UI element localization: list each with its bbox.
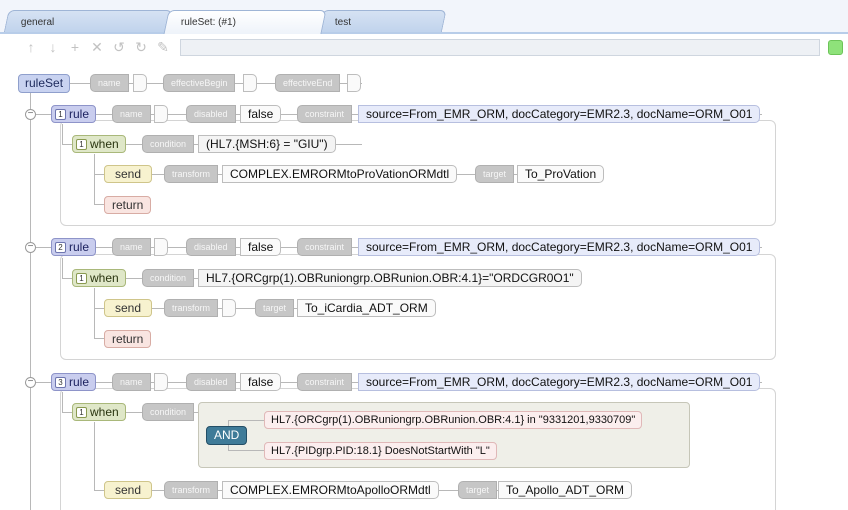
undo-icon[interactable]: ↺ — [112, 39, 126, 55]
tab-ruleset[interactable]: ruleSet: (#1) — [163, 10, 327, 34]
rule-3-when-node[interactable]: 1 when — [72, 403, 126, 421]
rule-2-constraint-label: constraint — [297, 238, 353, 256]
rule-2-constraint-value[interactable]: source=From_EMR_ORM, docCategory=EMR2.3,… — [358, 238, 761, 256]
rule-2-when-node[interactable]: 1 when — [72, 269, 126, 287]
rule-1-number: 1 — [55, 109, 66, 120]
rule-2-target-value[interactable]: To_iCardia_ADT_ORM — [297, 299, 436, 317]
rule-3-condition-label: condition — [142, 403, 195, 421]
rule-3-target-label: target — [458, 481, 498, 499]
connector — [94, 288, 95, 338]
rule-3-transform-value[interactable]: COMPLEX.EMRORMtoApolloORMdtl — [222, 481, 439, 499]
ruleset-spine — [30, 93, 31, 510]
rule-3-disabled-label: disabled — [186, 373, 236, 391]
rule-2-label: rule — [69, 240, 90, 254]
rule-1-node[interactable]: 1 rule — [51, 105, 97, 123]
rule-tree-canvas: ruleSet name effectiveBegin effectiveEnd… — [0, 62, 848, 510]
collapse-icon[interactable]: − — [25, 242, 36, 253]
rule-3-condition-2[interactable]: HL7.{PIDgrp.PID:18.1} DoesNotStartWith "… — [264, 442, 497, 460]
connector — [228, 450, 264, 451]
rule-2-name-label: name — [112, 238, 151, 256]
rule-2-when-label: when — [90, 271, 119, 285]
rule-3-label: rule — [69, 375, 90, 389]
rule-1-target-value[interactable]: To_ProVation — [517, 165, 605, 183]
rule-1-return-node[interactable]: return — [104, 196, 152, 214]
rule-2-condition-value[interactable]: HL7.{ORCgrp(1).OBRuniongrp.OBRunion.OBR:… — [198, 269, 582, 287]
tab-test[interactable]: test — [317, 10, 447, 34]
tab-ruleset-label: ruleSet: (#1) — [180, 17, 236, 28]
rule-3-constraint-value[interactable]: source=From_EMR_ORM, docCategory=EMR2.3,… — [358, 373, 761, 391]
redo-icon[interactable]: ↻ — [134, 39, 148, 55]
rule-3-name-value[interactable] — [154, 373, 168, 391]
rule-3-name-label: name — [112, 373, 151, 391]
down-arrow-icon[interactable]: ↓ — [46, 39, 60, 55]
rule-2-when-number: 1 — [76, 273, 87, 284]
status-indicator — [828, 40, 843, 55]
connector — [94, 154, 95, 204]
tab-general-label: general — [20, 17, 55, 28]
rule-1-target-label: target — [475, 165, 515, 183]
rule-2-node[interactable]: 2 rule — [51, 238, 97, 256]
rule-2-condition-label: condition — [142, 269, 195, 287]
effective-end-value[interactable] — [347, 74, 361, 92]
delete-icon[interactable]: ✕ — [90, 39, 104, 55]
tab-general[interactable]: general — [3, 10, 173, 34]
effective-begin-value[interactable] — [243, 74, 257, 92]
rule-1-constraint-label: constraint — [297, 105, 353, 123]
effective-end-label: effectiveEnd — [275, 74, 341, 92]
rule-1-name-value[interactable] — [154, 105, 168, 123]
collapse-icon[interactable]: − — [25, 109, 36, 120]
rule-3-number: 3 — [55, 377, 66, 388]
rule-1-label: rule — [69, 107, 90, 121]
rule-1-when-label: when — [90, 137, 119, 151]
rule-1-condition-value[interactable]: (HL7.{MSH:6} = "GIU") — [198, 135, 336, 153]
toolbar: ↑ ↓ + ✕ ↺ ↻ ✎ — [0, 34, 848, 62]
rule-3-send-node[interactable]: send — [104, 481, 153, 499]
rule-3-disabled-value[interactable]: false — [240, 373, 282, 391]
rule-3-target-value[interactable]: To_Apollo_ADT_ORM — [498, 481, 633, 499]
collapse-icon[interactable]: − — [25, 377, 36, 388]
rule-3-constraint-label: constraint — [297, 373, 353, 391]
connector — [62, 124, 63, 144]
rule-1-disabled-value[interactable]: false — [240, 105, 282, 123]
rule-2-number: 2 — [55, 242, 66, 253]
rule-1-when-number: 1 — [76, 139, 87, 150]
rule-2-disabled-value[interactable]: false — [240, 238, 282, 256]
ruleset-name-label: name — [90, 74, 129, 92]
up-arrow-icon[interactable]: ↑ — [24, 39, 38, 55]
rule-1-transform-label: transform — [164, 165, 219, 183]
tab-test-label: test — [334, 17, 352, 28]
rule-3-when-label: when — [90, 405, 119, 419]
ruleset-name-value[interactable] — [133, 74, 147, 92]
connector — [62, 392, 63, 412]
connector — [62, 258, 63, 278]
effective-begin-label: effectiveBegin — [163, 74, 236, 92]
connector — [94, 422, 95, 490]
add-icon[interactable]: + — [68, 39, 82, 55]
rule-2-target-label: target — [255, 299, 295, 317]
rule-3-transform-label: transform — [164, 481, 219, 499]
rule-1-condition-label: condition — [142, 135, 195, 153]
rule-2-disabled-label: disabled — [186, 238, 236, 256]
rule-1-transform-value[interactable]: COMPLEX.EMRORMtoProVationORMdtl — [222, 165, 458, 183]
rule-3-node[interactable]: 3 rule — [51, 373, 97, 391]
rule-2-return-node[interactable]: return — [104, 330, 152, 348]
rule-3-when-number: 1 — [76, 407, 87, 418]
rule-2-send-node[interactable]: send — [104, 299, 153, 317]
rule-2-transform-value[interactable] — [222, 299, 236, 317]
and-operator-node[interactable]: AND — [206, 426, 248, 445]
rule-2-name-value[interactable] — [154, 238, 168, 256]
connector — [228, 420, 264, 421]
tab-bar: general ruleSet: (#1) test — [0, 0, 848, 34]
wrench-icon[interactable]: ✎ — [156, 39, 170, 55]
rule-1-send-node[interactable]: send — [104, 165, 153, 183]
rule-3-condition-1[interactable]: HL7.{ORCgrp(1).OBRuniongrp.OBRunion.OBR:… — [264, 411, 643, 429]
rule-1-name-label: name — [112, 105, 151, 123]
rule-2-transform-label: transform — [164, 299, 219, 317]
expression-field[interactable] — [180, 39, 820, 56]
rule-1-when-node[interactable]: 1 when — [72, 135, 126, 153]
ruleset-node[interactable]: ruleSet — [18, 74, 71, 93]
rule-1-constraint-value[interactable]: source=From_EMR_ORM, docCategory=EMR2.3,… — [358, 105, 761, 123]
rule-1-disabled-label: disabled — [186, 105, 236, 123]
